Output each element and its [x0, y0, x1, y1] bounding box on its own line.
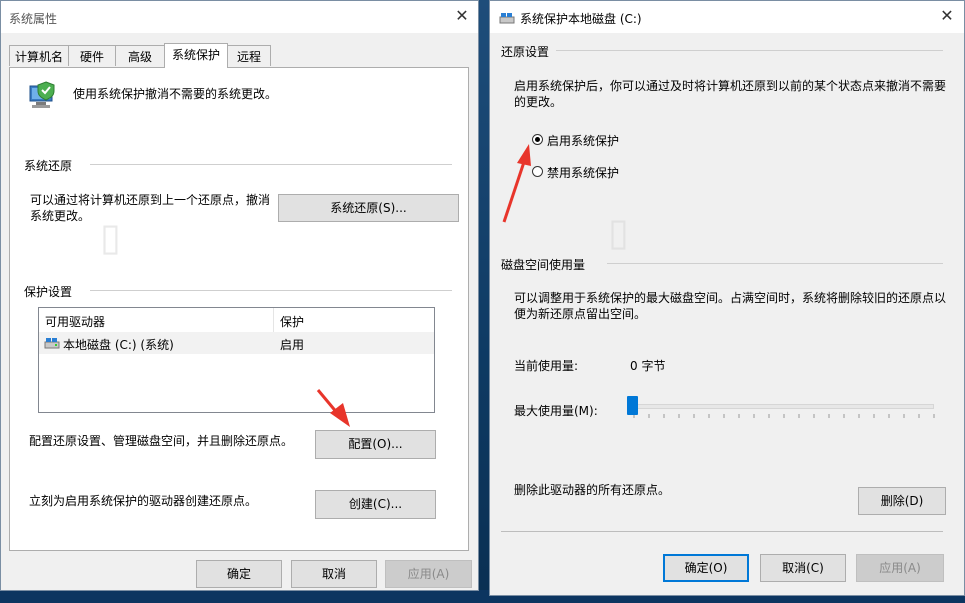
table-row[interactable]: 本地磁盘 (C:) (系统) 启用	[39, 332, 434, 354]
list-header: 可用驱动器 保护	[39, 308, 434, 333]
disable-protection-radio[interactable]	[532, 166, 543, 177]
delete-button[interactable]: 删除(D)	[858, 487, 946, 515]
protection-settings-group-label: 保护设置	[24, 285, 73, 299]
slider-ticks	[633, 414, 935, 418]
close-icon[interactable]: ✕	[937, 6, 957, 26]
cancel-button[interactable]: 取消(C)	[760, 554, 846, 582]
disable-protection-label[interactable]: 禁用系统保护	[547, 164, 619, 181]
apply-button[interactable]: 应用(A)	[856, 554, 944, 582]
enable-protection-radio[interactable]	[532, 134, 543, 145]
dialog-title: 系统保护本地磁盘 (C:)	[520, 12, 642, 26]
drive-icon	[499, 13, 515, 24]
ok-button[interactable]: 确定(O)	[663, 554, 749, 582]
computer-shield-icon	[29, 81, 55, 108]
drive-name-cell: 本地磁盘 (C:) (系统)	[63, 338, 174, 352]
tab-panel: 使用系统保护撤消不需要的系统更改。 系统还原 可以通过将计算机还原到上一个还原点…	[9, 67, 469, 551]
intro-text: 使用系统保护撤消不需要的系统更改。	[73, 87, 278, 101]
group-divider	[556, 50, 943, 51]
tab-advanced[interactable]: 高级	[115, 45, 165, 66]
restore-settings-description: 启用系统保护后，你可以通过及时将计算机还原到以前的某个状态点来撤消不需要的更改。	[514, 79, 947, 109]
cancel-button[interactable]: 取消	[291, 560, 377, 588]
tab-computer-name[interactable]: 计算机名	[9, 45, 69, 66]
tab-hardware[interactable]: 硬件	[68, 45, 116, 66]
window-title: 系统属性	[9, 12, 58, 26]
current-usage-value: 0 字节	[630, 359, 666, 373]
column-separator[interactable]	[273, 308, 274, 332]
footer-divider	[501, 531, 943, 532]
system-properties-window: 系统属性 ✕ 计算机名 硬件 高级 系统保护 远程 使用系统保护撤消不需要的系统…	[0, 0, 479, 591]
ok-button[interactable]: 确定	[196, 560, 282, 588]
current-usage-label: 当前使用量:	[514, 359, 579, 373]
max-usage-label: 最大使用量(M):	[514, 404, 598, 418]
configure-text: 配置还原设置、管理磁盘空间，并且删除还原点。	[29, 434, 294, 448]
tab-remote[interactable]: 远程	[227, 45, 271, 66]
drive-icon	[44, 338, 60, 349]
close-icon[interactable]: ✕	[452, 6, 472, 26]
apply-button[interactable]: 应用(A)	[385, 560, 472, 588]
system-restore-description: 可以通过将计算机还原到上一个还原点，撤消系统更改。	[30, 193, 271, 223]
max-usage-slider-thumb[interactable]	[627, 396, 638, 415]
restore-settings-group-label: 还原设置	[501, 45, 550, 59]
radio-selected-dot	[535, 137, 540, 142]
configure-button[interactable]: 配置(O)...	[315, 430, 436, 459]
tab-system-protection[interactable]: 系统保护	[164, 43, 228, 68]
group-divider	[90, 290, 452, 291]
system-restore-group-label: 系统还原	[24, 159, 73, 173]
enable-protection-label[interactable]: 启用系统保护	[547, 132, 619, 149]
create-button[interactable]: 创建(C)...	[315, 490, 436, 519]
group-divider	[90, 164, 452, 165]
max-usage-slider-track[interactable]	[636, 404, 934, 409]
system-protection-dialog: 系统保护本地磁盘 (C:) ✕ 还原设置 启用系统保护后，你可以通过及时将计算机…	[489, 0, 965, 596]
disk-usage-group-label: 磁盘空间使用量	[501, 258, 586, 272]
disk-usage-description: 可以调整用于系统保护的最大磁盘空间。占满空间时，系统将删除较旧的还原点以便为新还…	[514, 291, 947, 321]
drives-list[interactable]: 可用驱动器 保护 本地磁盘 (C:) (系统) 启用	[38, 307, 435, 413]
title-bar: 系统属性 ✕	[1, 1, 478, 33]
system-restore-button[interactable]: 系统还原(S)...	[278, 194, 459, 222]
title-bar: 系统保护本地磁盘 (C:) ✕	[490, 1, 964, 33]
delete-text: 删除此驱动器的所有还原点。	[514, 483, 671, 497]
group-divider	[607, 263, 943, 264]
protection-status-cell: 启用	[280, 338, 305, 352]
create-text: 立刻为启用系统保护的驱动器创建还原点。	[29, 494, 258, 508]
column-header-drives[interactable]: 可用驱动器	[45, 313, 105, 330]
column-header-protection[interactable]: 保护	[280, 313, 304, 330]
